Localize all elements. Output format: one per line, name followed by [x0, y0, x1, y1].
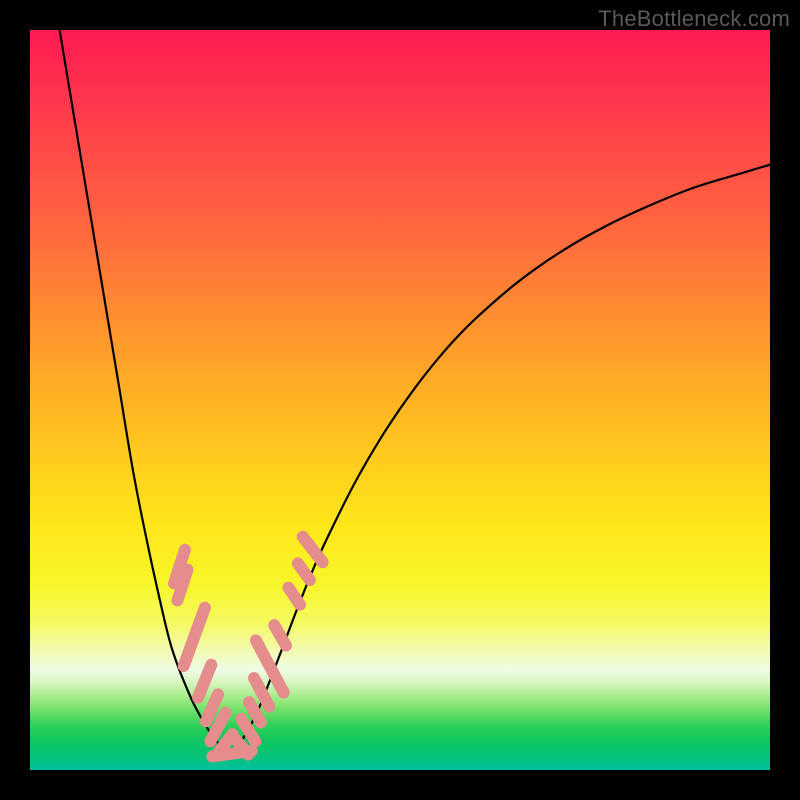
chart-frame: TheBottleneck.com — [0, 0, 800, 800]
plot-area — [30, 30, 770, 770]
curve-bottleneck-curve-left — [60, 30, 230, 754]
curve-bottleneck-curve-right — [230, 165, 770, 755]
marker-group — [166, 528, 331, 763]
marker-point — [280, 579, 308, 613]
watermark-text: TheBottleneck.com — [598, 6, 790, 32]
marker-point — [266, 617, 294, 654]
curve-layer — [30, 30, 770, 770]
bottleneck-curves — [60, 30, 770, 754]
